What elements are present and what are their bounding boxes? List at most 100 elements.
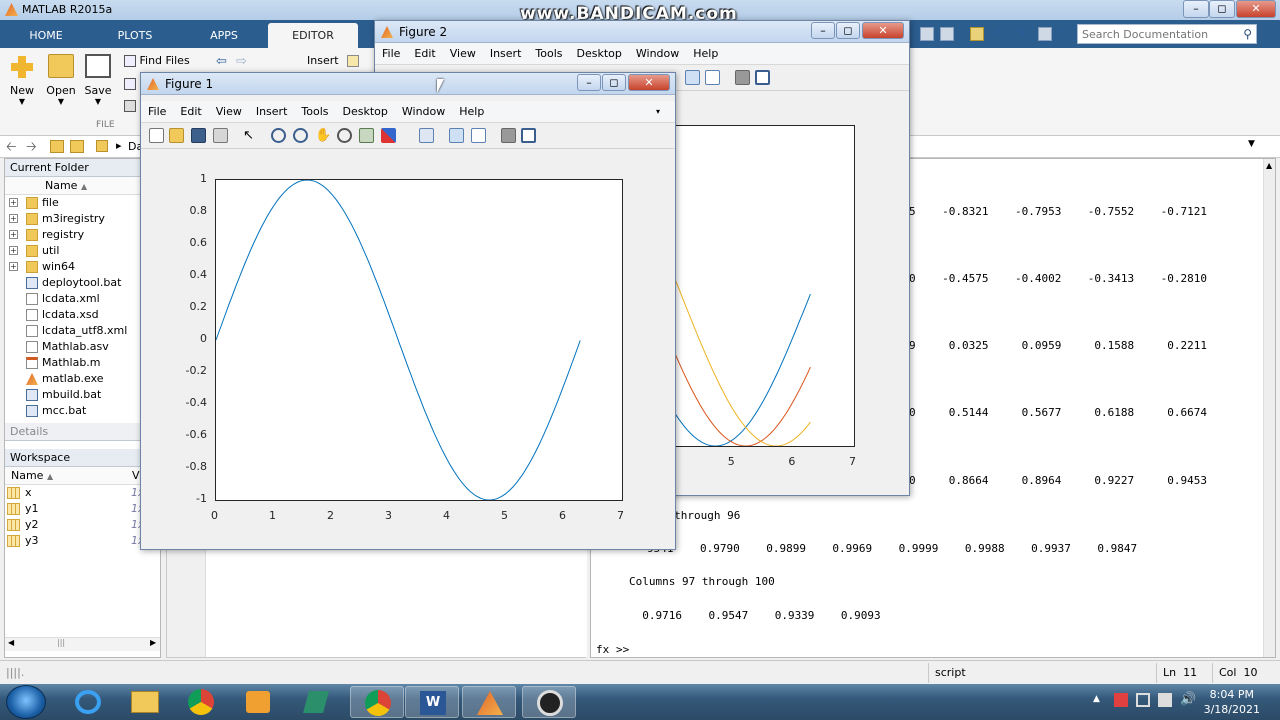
close-button[interactable]: ✕ xyxy=(1236,0,1276,18)
taskbar-app5[interactable] xyxy=(290,686,344,718)
taskbar-ie[interactable] xyxy=(62,686,116,718)
folder-list-item[interactable]: Mathlab.asv xyxy=(5,339,160,355)
fig1-menu-desktop[interactable]: Desktop xyxy=(336,101,395,123)
rotate-3d-icon[interactable] xyxy=(337,128,352,143)
fig1-menu-tools[interactable]: Tools xyxy=(294,101,335,123)
expand-icon[interactable]: + xyxy=(9,214,18,223)
zoom-in-icon[interactable] xyxy=(271,128,286,143)
hide-plot-tools-icon[interactable] xyxy=(735,70,750,85)
fig2-maximize-button[interactable]: ◻ xyxy=(836,22,860,39)
copy-icon[interactable] xyxy=(940,27,954,41)
expand-icon[interactable]: + xyxy=(9,262,18,271)
tab-home[interactable]: HOME xyxy=(8,23,84,48)
open-button[interactable]: Open ▼ xyxy=(43,54,79,106)
forward-arrow-icon[interactable]: ⇨ xyxy=(236,54,247,69)
colorbar-icon[interactable] xyxy=(685,70,700,85)
redo-icon[interactable]: ↷ xyxy=(1014,27,1028,41)
paste-icon[interactable] xyxy=(970,27,984,41)
network-icon[interactable] xyxy=(1158,693,1172,707)
fig2-close-button[interactable]: ✕ xyxy=(862,22,904,39)
folder-list-item[interactable]: + m3iregistry xyxy=(5,211,160,227)
expand-icon[interactable]: + xyxy=(9,230,18,239)
fx-icon[interactable]: fx xyxy=(596,643,609,656)
workspace-variable[interactable]: y31x100 xyxy=(5,533,166,549)
workspace-variable[interactable]: y2 1x xyxy=(5,517,160,533)
new-figure-icon[interactable] xyxy=(149,128,164,143)
figure-1-title-bar[interactable]: Figure 1 – ◻ ✕ xyxy=(141,73,675,95)
fig1-menu-edit[interactable]: Edit xyxy=(173,101,208,123)
folder-list-item[interactable]: + file xyxy=(5,195,160,211)
new-button[interactable]: New ▼ xyxy=(4,54,40,106)
cut-icon[interactable] xyxy=(920,27,934,41)
folder-list-item[interactable]: Mathlab.m xyxy=(5,355,160,371)
tab-editor[interactable]: EDITOR xyxy=(268,23,358,48)
fig2-menu-tools[interactable]: Tools xyxy=(528,43,569,65)
open-file-icon[interactable] xyxy=(169,128,184,143)
taskbar-chrome[interactable] xyxy=(175,686,229,718)
scroll-right-icon[interactable]: ▶ xyxy=(150,638,156,647)
folder-list-item[interactable]: + registry xyxy=(5,227,160,243)
save-figure-icon[interactable] xyxy=(191,128,206,143)
fig2-menu-help[interactable]: Help xyxy=(686,43,725,65)
fig2-menu-insert[interactable]: Insert xyxy=(483,43,529,65)
fig2-menu-view[interactable]: View xyxy=(443,43,483,65)
scroll-up-icon[interactable]: ▲ xyxy=(1266,161,1272,170)
action-center-icon[interactable] xyxy=(1114,693,1128,707)
fig1-menu-file[interactable]: File xyxy=(141,101,173,123)
print-figure-icon[interactable] xyxy=(213,128,228,143)
compare-button[interactable] xyxy=(124,78,136,93)
fig1-menu-insert[interactable]: Insert xyxy=(249,101,295,123)
zoom-out-icon[interactable] xyxy=(293,128,308,143)
figure-1-axes[interactable] xyxy=(215,179,623,501)
expand-icon[interactable]: + xyxy=(9,246,18,255)
folder-list-item[interactable]: lcdata_utf8.xml xyxy=(5,323,160,339)
start-button[interactable] xyxy=(6,685,46,719)
folder-list-item[interactable]: mbuild.bat xyxy=(5,387,160,403)
brush-icon[interactable] xyxy=(381,128,396,143)
legend-icon[interactable] xyxy=(705,70,720,85)
switch-windows-icon[interactable] xyxy=(1038,27,1052,41)
colorbar-icon[interactable] xyxy=(449,128,464,143)
system-clock[interactable]: 8:04 PM 3/18/2021 xyxy=(1204,687,1260,717)
taskbar-bandicam[interactable] xyxy=(522,686,576,718)
fig2-menu-desktop[interactable]: Desktop xyxy=(570,43,629,65)
link-plot-icon[interactable] xyxy=(419,128,434,143)
nav-back-icon[interactable]: 🡠 xyxy=(6,138,17,160)
search-input[interactable] xyxy=(1078,25,1233,43)
fig2-menu-file[interactable]: File xyxy=(375,43,407,65)
path-dropdown-icon[interactable]: ▼ xyxy=(1248,139,1255,149)
expand-icon[interactable]: + xyxy=(9,198,18,207)
save-button[interactable]: Save ▼ xyxy=(80,54,116,106)
find-files-button[interactable]: Find Files xyxy=(124,54,190,67)
maximize-button[interactable]: ◻ xyxy=(1209,0,1235,18)
volume-icon[interactable]: 🔊 xyxy=(1180,692,1196,707)
horizontal-scrollbar[interactable]: ◀ ||| ▶ xyxy=(5,637,160,651)
taskbar-explorer[interactable] xyxy=(118,686,172,718)
tab-apps[interactable]: APPS xyxy=(184,23,264,48)
help-icon[interactable]: ? xyxy=(1056,27,1070,41)
workspace-column-header[interactable]: Name ▲ V xyxy=(5,467,160,485)
scroll-left-icon[interactable]: ◀ xyxy=(8,638,14,647)
name-column-header[interactable]: Name ▲ xyxy=(5,177,160,195)
folder-list-item[interactable]: lcdata.xml xyxy=(5,291,160,307)
pan-hand-icon[interactable]: ✋ xyxy=(315,128,331,143)
edit-plot-arrow-icon[interactable]: ↖ xyxy=(243,128,258,143)
search-documentation[interactable]: ⚲ xyxy=(1077,24,1257,44)
fig1-menu-window[interactable]: Window xyxy=(395,101,452,123)
data-cursor-icon[interactable] xyxy=(359,128,374,143)
back-arrow-icon[interactable]: ⇦ xyxy=(216,54,227,69)
folder-list-item[interactable]: matlab.exe xyxy=(5,371,160,387)
figure-1-window[interactable]: Figure 1 – ◻ ✕ File Edit View Insert Tools De… xyxy=(140,72,676,550)
show-plot-tools-icon[interactable] xyxy=(521,128,536,143)
fig1-minimize-button[interactable]: – xyxy=(577,74,601,91)
taskbar-chrome-2[interactable] xyxy=(350,686,404,718)
print-button[interactable] xyxy=(124,100,136,115)
folder-list-item[interactable]: lcdata.xsd xyxy=(5,307,160,323)
insert-button[interactable]: Insert xyxy=(307,54,360,67)
usb-icon[interactable] xyxy=(1136,693,1150,707)
taskbar-matlab[interactable] xyxy=(462,686,516,718)
up-folder-icon[interactable] xyxy=(50,140,64,153)
menu-dock-icon[interactable]: ▾ xyxy=(649,101,667,123)
folder-list-item[interactable]: + util xyxy=(5,243,160,259)
hide-plot-tools-icon[interactable] xyxy=(501,128,516,143)
